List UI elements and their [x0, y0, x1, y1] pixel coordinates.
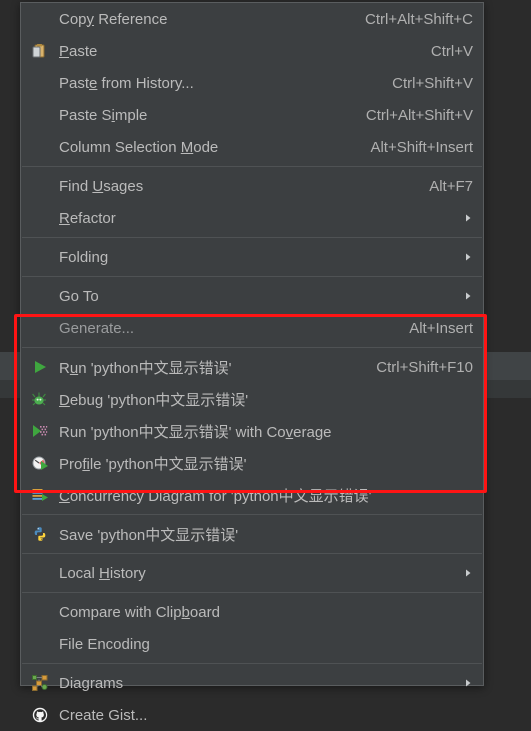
- menu-item-label: Folding: [59, 248, 109, 266]
- submenu-arrow-icon: [459, 291, 473, 301]
- menu-item-label: Generate...: [59, 319, 135, 337]
- menu-item-label: Compare with Clipboard: [59, 603, 220, 621]
- menu-item-label: Find Usages: [59, 177, 144, 195]
- no-icon: [29, 106, 51, 124]
- submenu-arrow-icon: [459, 568, 473, 578]
- run-icon: [29, 358, 51, 376]
- submenu-arrow-icon: [459, 213, 473, 223]
- menu-item-label: Debug 'python中文显示错误': [59, 391, 249, 409]
- no-icon: [29, 635, 51, 653]
- menu-item-run-python-with-coverage[interactable]: Run 'python中文显示错误' with Coverage: [21, 415, 483, 447]
- menu-item-run-python[interactable]: Run 'python中文显示错误' Ctrl+Shift+F10: [21, 351, 483, 383]
- menu-item-refactor[interactable]: Refactor: [21, 202, 483, 234]
- menu-item-shortcut: Ctrl+Alt+Shift+C: [365, 10, 473, 28]
- concurrency-diagram-icon: [29, 486, 51, 504]
- no-icon: [29, 10, 51, 28]
- coverage-icon: [29, 422, 51, 440]
- menu-item-column-selection-mode[interactable]: Column Selection Mode Alt+Shift+Insert: [21, 131, 483, 163]
- no-icon: [29, 209, 51, 227]
- menu-item-find-usages[interactable]: Find Usages Alt+F7: [21, 170, 483, 202]
- menu-item-shortcut: Ctrl+V: [430, 42, 473, 60]
- menu-item-diagrams[interactable]: Diagrams: [21, 667, 483, 699]
- menu-item-create-gist[interactable]: Create Gist...: [21, 699, 483, 731]
- menu-item-file-encoding[interactable]: File Encoding: [21, 628, 483, 660]
- menu-item-shortcut: Ctrl+Shift+V: [392, 74, 473, 92]
- menu-separator: [22, 663, 482, 664]
- menu-separator: [22, 347, 482, 348]
- no-icon: [29, 177, 51, 195]
- menu-item-copy-reference[interactable]: Copy Reference Ctrl+Alt+Shift+C: [21, 3, 483, 35]
- menu-item-paste-simple[interactable]: Paste Simple Ctrl+Alt+Shift+V: [21, 99, 483, 131]
- menu-item-shortcut: Ctrl+Alt+Shift+V: [365, 106, 473, 124]
- menu-item-paste-from-history[interactable]: Paste from History... Ctrl+Shift+V: [21, 67, 483, 99]
- menu-item-label: Run 'python中文显示错误': [59, 359, 232, 377]
- menu-item-label: Concurrency Diagram for 'python中文显示错误': [59, 487, 372, 505]
- menu-item-label: Copy Reference: [59, 10, 168, 28]
- menu-item-label: Paste from History...: [59, 74, 194, 92]
- menu-item-shortcut: Alt+Shift+Insert: [370, 138, 473, 156]
- menu-item-label: Refactor: [59, 209, 116, 227]
- menu-separator: [22, 553, 482, 554]
- menu-separator: [22, 592, 482, 593]
- menu-separator: [22, 166, 482, 167]
- profile-icon: [29, 454, 51, 472]
- menu-item-label: Local History: [59, 564, 146, 582]
- screen: Copy Reference Ctrl+Alt+Shift+C Paste Ctrl+…: [0, 0, 531, 724]
- menu-item-label: Go To: [59, 287, 99, 305]
- submenu-arrow-icon: [459, 252, 473, 262]
- menu-item-label: Paste Simple: [59, 106, 148, 124]
- no-icon: [29, 248, 51, 266]
- menu-separator: [22, 237, 482, 238]
- menu-item-paste[interactable]: Paste Ctrl+V: [21, 35, 483, 67]
- menu-item-compare-with-clipboard[interactable]: Compare with Clipboard: [21, 596, 483, 628]
- menu-item-label: Column Selection Mode: [59, 138, 219, 156]
- menu-item-label: Paste: [59, 42, 98, 60]
- editor-context-menu[interactable]: Copy Reference Ctrl+Alt+Shift+C Paste Ctrl+…: [20, 2, 484, 724]
- menu-item-local-history[interactable]: Local History: [21, 557, 483, 589]
- menu-item-label: Run 'python中文显示错误' with Coverage: [59, 423, 332, 441]
- menu-item-concurrency-diagram-for-python[interactable]: Concurrency Diagram for 'python中文显示错误': [21, 479, 483, 511]
- no-icon: [29, 603, 51, 621]
- menu-item-debug-python[interactable]: Debug 'python中文显示错误': [21, 383, 483, 415]
- menu-item-label: File Encoding: [59, 635, 150, 653]
- menu-item-shortcut: Alt+F7: [429, 177, 473, 195]
- menu-item-folding[interactable]: Folding: [21, 241, 483, 273]
- menu-separator: [22, 514, 482, 515]
- menu-item-label: Save 'python中文显示错误': [59, 526, 239, 544]
- no-icon: [29, 138, 51, 156]
- no-icon: [29, 74, 51, 92]
- menu-item-label: Profile 'python中文显示错误': [59, 455, 247, 473]
- menu-item-save-python[interactable]: Save 'python中文显示错误': [21, 518, 483, 550]
- python-file-icon: [29, 525, 51, 543]
- menu-item-go-to[interactable]: Go To: [21, 280, 483, 312]
- menu-separator: [22, 276, 482, 277]
- submenu-arrow-icon: [459, 678, 473, 688]
- no-icon: [29, 564, 51, 582]
- menu-item-shortcut: Alt+Insert: [409, 319, 473, 337]
- no-icon: [29, 287, 51, 305]
- debug-icon: [29, 390, 51, 408]
- menu-item-label: Create Gist...: [59, 706, 148, 724]
- no-icon: [29, 319, 51, 337]
- paste-icon: [29, 42, 51, 60]
- diagrams-icon: [29, 674, 51, 692]
- github-icon: [29, 706, 51, 724]
- menu-item-shortcut: Ctrl+Shift+F10: [376, 358, 473, 376]
- menu-item-label: Diagrams: [59, 674, 124, 692]
- menu-item-profile-python[interactable]: Profile 'python中文显示错误': [21, 447, 483, 479]
- menu-item-generate[interactable]: Generate... Alt+Insert: [21, 312, 483, 344]
